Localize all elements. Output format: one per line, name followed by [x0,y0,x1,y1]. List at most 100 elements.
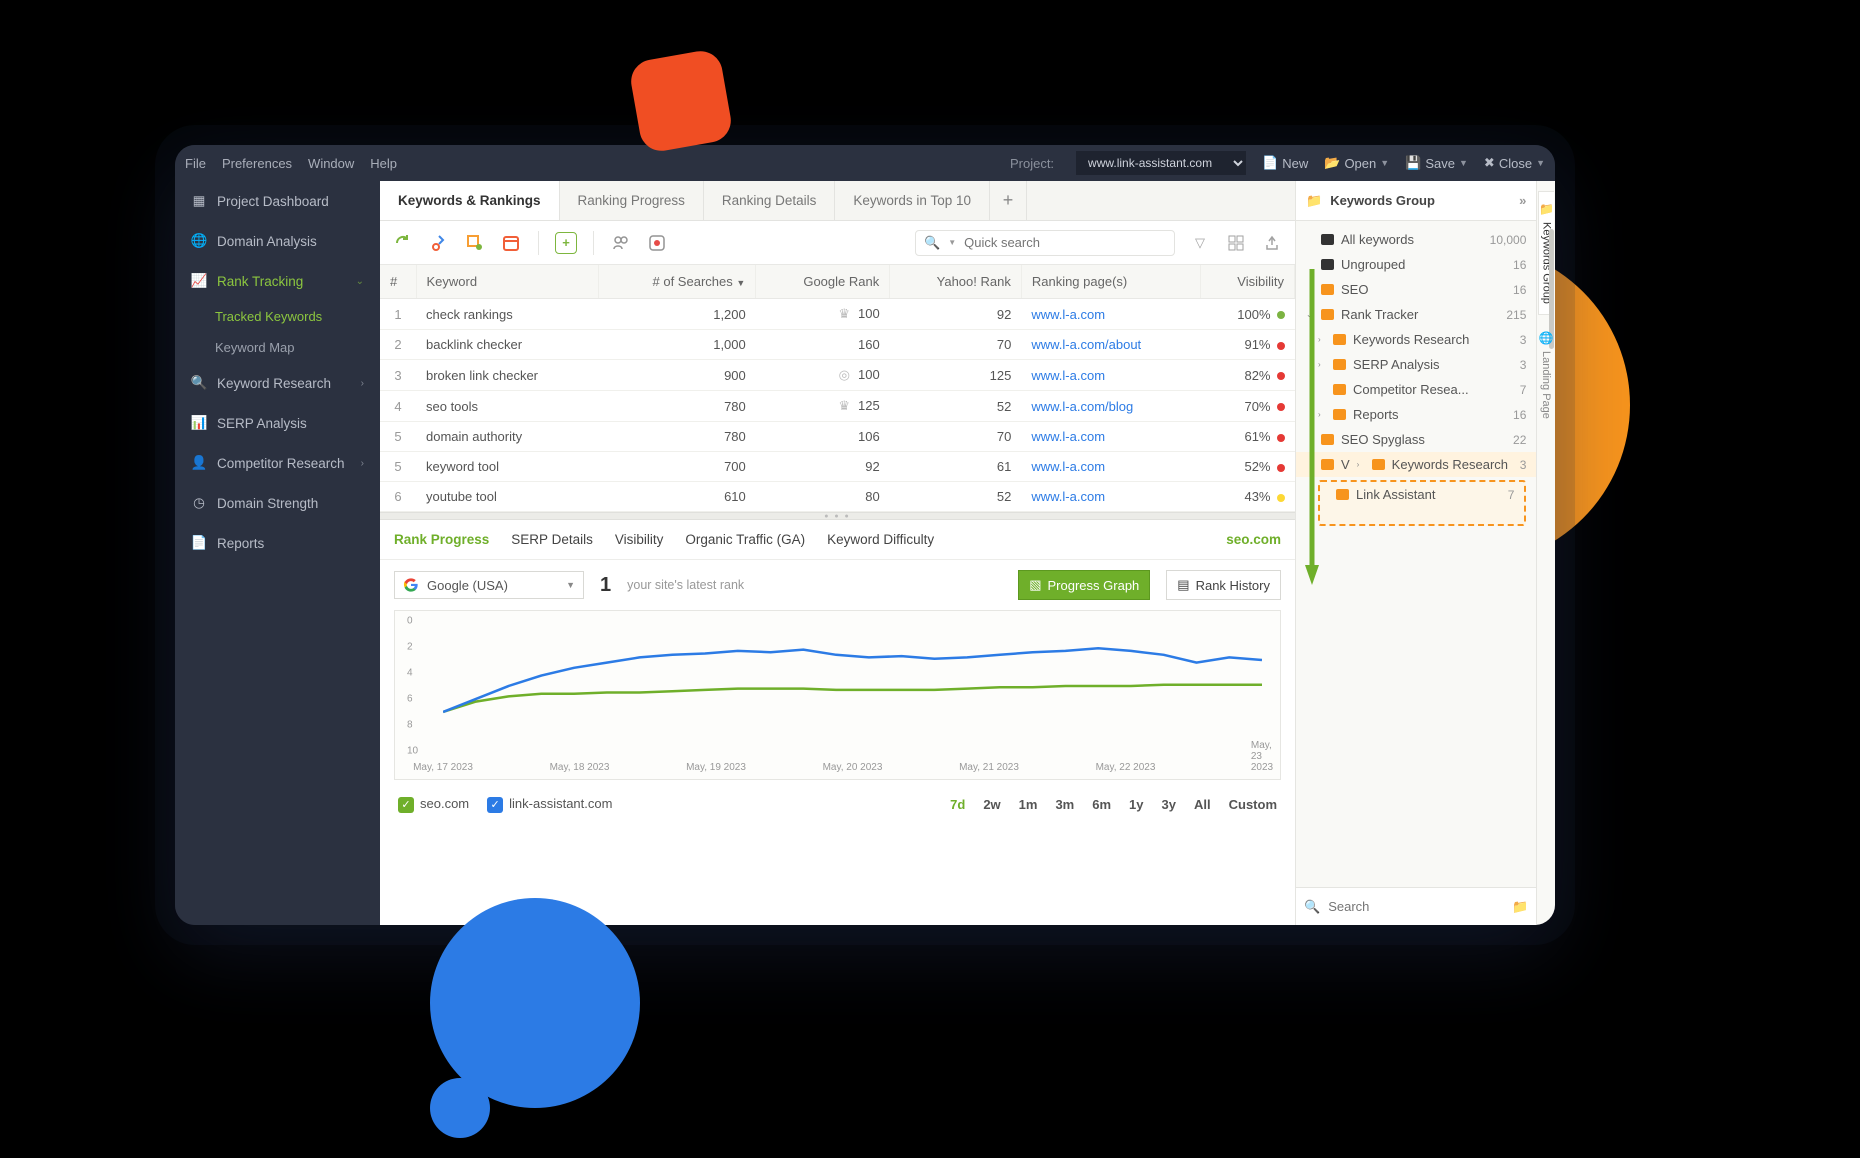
progress-graph-button[interactable]: ▧Progress Graph [1018,570,1150,600]
folder-icon[interactable]: 📁 [1512,899,1528,915]
table-row[interactable]: 5 keyword tool 700 92 61 www.l-a.com 52% [380,452,1295,482]
period-1y[interactable]: 1y [1129,797,1143,812]
new-button[interactable]: 📄New [1262,155,1308,171]
legend-item[interactable]: ✓seo.com [398,796,469,813]
detail-tab-visibility[interactable]: Visibility [615,522,664,557]
add-icon[interactable]: + [555,232,577,254]
refresh-icon[interactable] [392,232,414,254]
sidebar-item-rank-tracking[interactable]: 📈Rank Tracking⌄ [175,261,380,301]
table-row[interactable]: 2 backlink checker 1,000 160 70 www.l-a.… [380,330,1295,360]
tab-keywords-in-top-10[interactable]: Keywords in Top 10 [835,181,990,220]
tree-node[interactable]: ⌄Rank Tracker215 [1296,302,1536,327]
panel-scrollbar[interactable] [1548,221,1555,887]
tree-node[interactable]: SEO Spyglass22 [1296,427,1536,452]
detail-tab-rank-progress[interactable]: Rank Progress [394,522,489,557]
export-icon[interactable] [1261,232,1283,254]
ranking-page-link[interactable]: www.l-a.com [1031,307,1105,322]
refresh-blue-icon[interactable] [428,232,450,254]
panel-search-input[interactable] [1328,899,1504,914]
cell-keyword: keyword tool [416,452,599,482]
period-all[interactable]: All [1194,797,1211,812]
y-tick: 2 [407,642,413,653]
grid-icon[interactable] [1225,232,1247,254]
col-visibility[interactable]: Visibility [1201,265,1295,299]
tab-ranking-progress[interactable]: Ranking Progress [560,181,704,220]
period-3m[interactable]: 3m [1055,797,1074,812]
engine-select[interactable]: Google (USA)▼ [394,571,584,599]
col-keyword[interactable]: Keyword [416,265,599,299]
ranking-page-link[interactable]: www.l-a.com [1031,459,1105,474]
col-ranking-page-s-[interactable]: Ranking page(s) [1021,265,1201,299]
period-6m[interactable]: 6m [1092,797,1111,812]
tab-add[interactable]: + [990,181,1027,220]
rank-history-button[interactable]: ▤Rank History [1166,570,1281,600]
period-3y[interactable]: 3y [1162,797,1176,812]
period-1m[interactable]: 1m [1019,797,1038,812]
status-dot [1277,494,1285,502]
table-row[interactable]: 6 youtube tool 610 80 52 www.l-a.com 43% [380,482,1295,512]
col-yahoo-rank[interactable]: Yahoo! Rank [890,265,1022,299]
close-button[interactable]: ✖Close▼ [1484,155,1545,171]
filter-icon[interactable]: ▽ [1189,232,1211,254]
table-row[interactable]: 3 broken link checker 900 ◎100 125 www.l… [380,360,1295,391]
menu-preferences[interactable]: Preferences [222,156,292,171]
detail-tab-organic-traffic-ga-[interactable]: Organic Traffic (GA) [685,522,805,557]
tree-node-label: Keywords Research [1392,457,1508,472]
period-7d[interactable]: 7d [950,797,965,812]
sidebar-item-reports[interactable]: 📄Reports [175,523,380,563]
tree-node[interactable]: V›Keywords Research3 [1296,452,1536,477]
sidebar-item-competitor-research[interactable]: 👤Competitor Research› [175,443,380,483]
sidebar-item-serp-analysis[interactable]: 📊SERP Analysis [175,403,380,443]
sidebar-sub-keyword-map[interactable]: Keyword Map [175,332,380,363]
tree-node[interactable]: Competitor Resea...7 [1296,377,1536,402]
drop-target[interactable]: Link Assistant7 [1318,480,1526,526]
project-select[interactable]: www.link-assistant.com [1076,151,1246,175]
splitter[interactable]: ● ● ● [380,512,1295,520]
tree-node[interactable]: All keywords10,000 [1296,227,1536,252]
sidebar-item-project-dashboard[interactable]: ▦Project Dashboard [175,181,380,221]
ranking-page-link[interactable]: www.l-a.com [1031,429,1105,444]
group-icon[interactable] [610,232,632,254]
quick-search[interactable]: 🔍▼ [915,230,1175,256]
ranking-page-link[interactable]: www.l-a.com [1031,368,1105,383]
schedule-icon[interactable] [500,232,522,254]
period-custom[interactable]: Custom [1229,797,1277,812]
col-google-rank[interactable]: Google Rank [756,265,890,299]
ranking-page-link[interactable]: www.l-a.com [1031,489,1105,504]
detail-tab-serp-details[interactable]: SERP Details [511,522,593,557]
tree-node[interactable]: ›Reports16 [1296,402,1536,427]
quick-search-input[interactable] [964,235,1166,250]
table-row[interactable]: 4 seo tools 780 ♛125 52 www.l-a.com/blog… [380,391,1295,422]
tree-node[interactable]: ›SERP Analysis3 [1296,352,1536,377]
tab-keywords-rankings[interactable]: Keywords & Rankings [380,181,560,220]
save-button[interactable]: 💾Save▼ [1405,155,1468,171]
panel-more-icon[interactable]: » [1519,193,1526,208]
sidebar-sub-tracked-keywords[interactable]: Tracked Keywords [175,301,380,332]
tree-node[interactable]: SEO16 [1296,277,1536,302]
sidebar-item-domain-analysis[interactable]: 🌐Domain Analysis [175,221,380,261]
period-2w[interactable]: 2w [983,797,1000,812]
menu-help[interactable]: Help [370,156,397,171]
search-icon: 🔍 [191,375,207,391]
menu-file[interactable]: File [185,156,206,171]
tree-node[interactable]: Ungrouped16 [1296,252,1536,277]
tag-color-icon[interactable] [646,232,668,254]
sidebar-item-keyword-research[interactable]: 🔍Keyword Research› [175,363,380,403]
col--of-searches[interactable]: # of Searches ▼ [599,265,756,299]
ranking-page-link[interactable]: www.l-a.com/blog [1031,399,1133,414]
menu-window[interactable]: Window [308,156,354,171]
open-button[interactable]: 📂Open▼ [1324,155,1389,171]
ranking-page-link[interactable]: www.l-a.com/about [1031,337,1141,352]
tree-node[interactable]: ›Keywords Research3 [1296,327,1536,352]
detail-tab-keyword-difficulty[interactable]: Keyword Difficulty [827,522,934,557]
x-tick: May, 21 2023 [959,762,1019,773]
table-row[interactable]: 1 check rankings 1,200 ♛100 92 www.l-a.c… [380,299,1295,330]
col--[interactable]: # [380,265,416,299]
table-row[interactable]: 5 domain authority 780 106 70 www.l-a.co… [380,422,1295,452]
sidebar-item-domain-strength[interactable]: ◷Domain Strength [175,483,380,523]
refresh-orange-icon[interactable] [464,232,486,254]
tab-ranking-details[interactable]: Ranking Details [704,181,836,220]
status-dot [1277,464,1285,472]
tree-node-count: 3 [1520,458,1527,472]
legend-item[interactable]: ✓link-assistant.com [487,796,612,813]
